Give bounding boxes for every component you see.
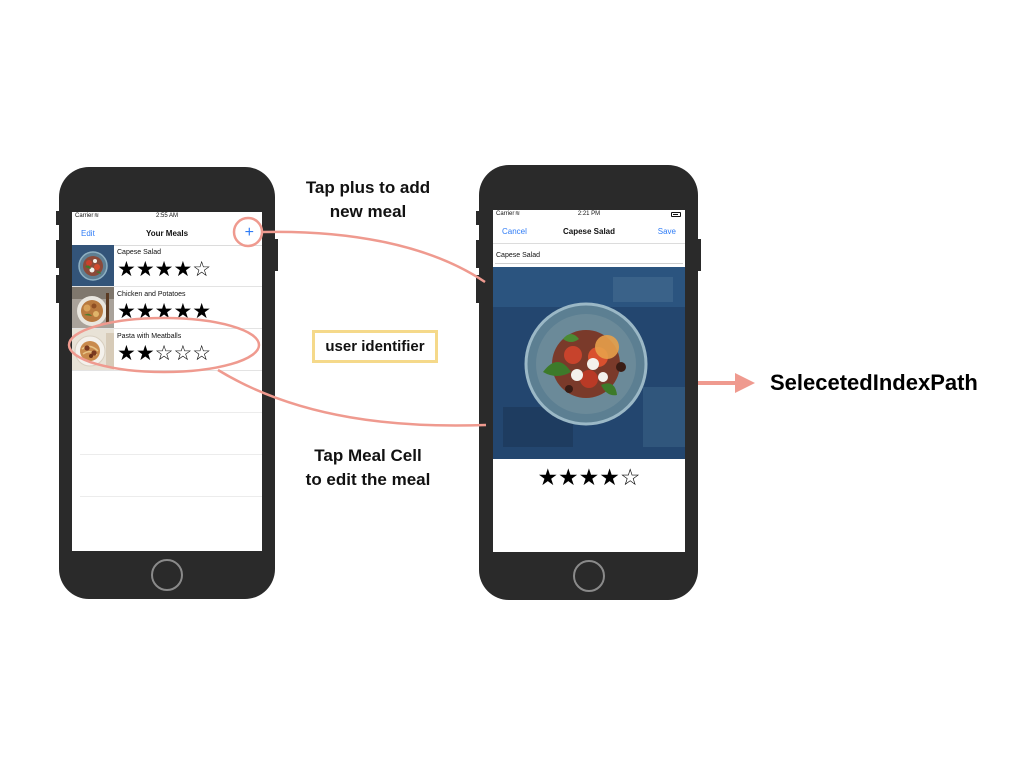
- star-rating[interactable]: ★★☆☆☆: [117, 343, 211, 365]
- status-bar: Carrier ≋ 2:21 PM: [493, 210, 685, 220]
- meal-name-field-value: Capese Salad: [496, 252, 540, 259]
- status-time: 2:21 PM: [577, 211, 601, 217]
- navigation-bar: Edit Your Meals +: [72, 223, 262, 246]
- navigation-bar: Cancel Capese Salad Save: [493, 221, 685, 244]
- selected-index-path-label: SelecetedIndexPath: [770, 370, 978, 395]
- meal-name: Capese Salad: [117, 249, 161, 256]
- meal-photo-large[interactable]: [493, 267, 685, 459]
- result-arrow-head: [735, 373, 755, 393]
- meal-photo: [72, 287, 114, 328]
- tap-plus-caption: Tap plus to add new meal: [286, 176, 450, 224]
- caption-line: new meal: [329, 202, 407, 221]
- meal-name-field[interactable]: Capese Salad: [495, 250, 683, 264]
- status-bar: Carrier ≋ 2:55 AM: [72, 212, 262, 222]
- left-screen: Carrier ≋ 2:55 AM Edit Your Meals + Cape…: [72, 212, 262, 551]
- caption-line: Tap plus to add: [305, 178, 431, 197]
- home-button[interactable]: [573, 560, 605, 592]
- meal-row-capese-salad[interactable]: Capese Salad ★★★★☆: [72, 245, 262, 287]
- user-identifier-box: user identifier: [312, 330, 438, 363]
- table-separator: [80, 412, 262, 413]
- save-button[interactable]: Save: [658, 227, 676, 236]
- battery-icon: [671, 212, 681, 217]
- meal-row-pasta-with-meatballs[interactable]: Pasta with Meatballs ★★☆☆☆: [72, 329, 262, 371]
- plus-connector-line: [261, 230, 486, 284]
- home-button[interactable]: [151, 559, 183, 591]
- table-separator: [80, 496, 262, 497]
- table-separator: [80, 454, 262, 455]
- meal-row-chicken-and-potatoes[interactable]: Chicken and Potatoes ★★★★★: [72, 287, 262, 329]
- star-rating[interactable]: ★★★★☆: [117, 259, 211, 281]
- add-button[interactable]: +: [245, 224, 254, 242]
- left-phone: Carrier ≋ 2:55 AM Edit Your Meals + Cape…: [56, 167, 278, 599]
- meal-name: Pasta with Meatballs: [117, 333, 182, 340]
- meal-photo: [72, 245, 114, 286]
- caption-line: to edit the meal: [305, 470, 431, 489]
- meal-photo: [72, 329, 114, 370]
- status-time: 2:55 AM: [155, 213, 178, 219]
- right-screen: Carrier ≋ 2:21 PM Cancel Capese Salad Sa…: [493, 210, 685, 552]
- nav-title: Capese Salad: [562, 227, 616, 236]
- star-rating[interactable]: ★★★★★: [117, 301, 211, 323]
- star-rating[interactable]: ★★★★☆: [493, 464, 685, 490]
- right-phone: Carrier ≋ 2:21 PM Cancel Capese Salad Sa…: [476, 165, 701, 600]
- tap-cell-caption: Tap Meal Cell to edit the meal: [286, 444, 450, 492]
- nav-title: Your Meals: [145, 229, 189, 238]
- meal-name: Chicken and Potatoes: [117, 291, 186, 298]
- caption-line: Tap Meal Cell: [314, 446, 422, 465]
